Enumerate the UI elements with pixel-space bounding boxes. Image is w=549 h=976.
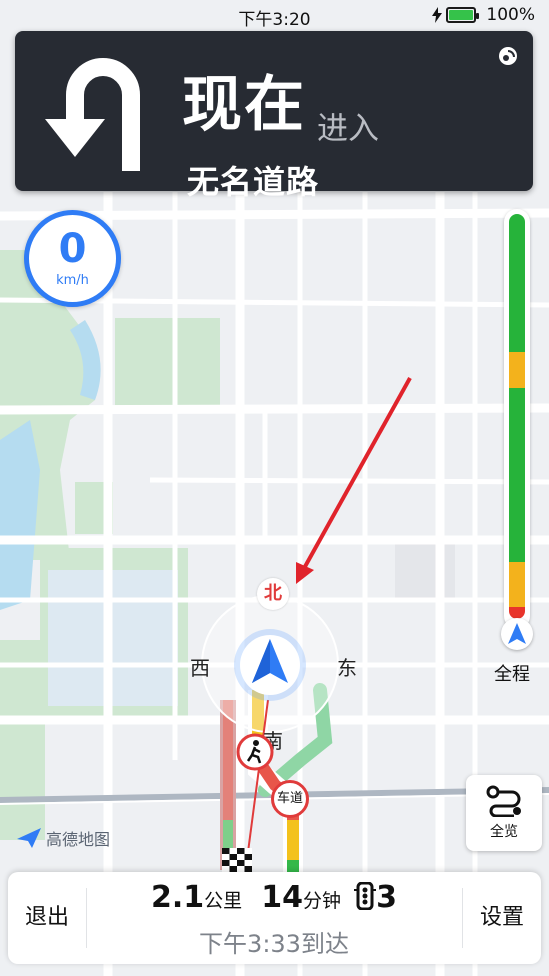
maneuver-action: 进入 (317, 111, 379, 147)
amap-logo: 高德地图 (16, 826, 110, 850)
status-right: 100% (432, 5, 535, 25)
pedestrian-crossing-icon (236, 733, 274, 771)
compass-west: 西 (190, 656, 210, 680)
traffic-segment-smooth (509, 214, 525, 352)
distance-unit: 公里 (204, 890, 243, 912)
speed-value: 0 (58, 226, 87, 272)
battery-percent: 100% (486, 5, 535, 25)
full-route-label[interactable]: 全程 (494, 660, 530, 686)
speedometer: 0 km/h (24, 210, 121, 307)
overview-button[interactable]: 全览 (466, 775, 542, 851)
logo-text: 高德地图 (46, 830, 111, 849)
compass-east: 东 (337, 656, 357, 680)
traffic-segment-smooth (509, 432, 525, 563)
time-unit: 分钟 (303, 890, 342, 912)
battery-icon (446, 7, 480, 23)
traffic-status-bar[interactable] (501, 209, 533, 650)
vehicle-position-icon (234, 629, 306, 701)
next-road-name: 无名道路 (187, 163, 320, 201)
lane-badge: 车道 (271, 780, 309, 818)
voice-broadcast-icon[interactable] (495, 43, 521, 69)
navigation-guidance-card[interactable]: 现在 进入 无名道路 (15, 31, 533, 201)
remaining-time: 14 (261, 880, 304, 915)
status-bar: 下午3:20 100% (0, 0, 549, 30)
traffic-light-icon (354, 882, 377, 910)
charging-icon (432, 7, 443, 23)
traffic-light-count: 3 (376, 880, 397, 915)
current-position-icon (501, 618, 533, 650)
compass-north: 北 (257, 578, 289, 610)
maneuver-distance: 现在 (182, 70, 306, 140)
speed-unit: km/h (56, 273, 89, 288)
trip-summary: 2.1公里 14分钟 3 (88, 880, 460, 915)
amap-logo-icon (17, 828, 41, 848)
exit-button[interactable]: 退出 (8, 872, 86, 964)
traffic-segment-smooth (509, 388, 525, 433)
route-overview-icon (486, 785, 521, 818)
traffic-segments (509, 214, 525, 619)
trip-info-bar: 退出 2.1公里 14分钟 3 下午3:33到达 设置 (8, 872, 541, 964)
traffic-segment-slow (509, 351, 525, 389)
remaining-distance: 2.1 (151, 880, 205, 915)
u-turn-arrow-icon (45, 58, 140, 171)
arrival-time: 下午3:33到达 (199, 930, 349, 958)
settings-button[interactable]: 设置 (463, 872, 541, 964)
traffic-segment-slow (509, 562, 525, 607)
divider (86, 888, 87, 948)
overview-label: 全览 (490, 824, 518, 840)
